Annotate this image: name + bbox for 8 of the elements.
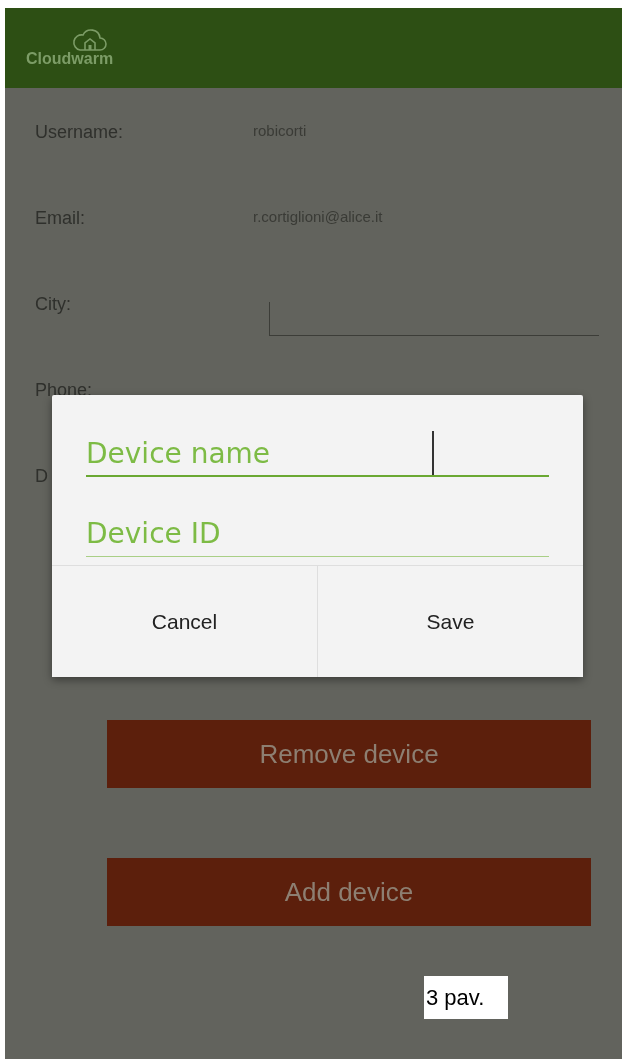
dialog-button[interactable]: Save: [317, 566, 583, 677]
input-field[interactable]: [269, 302, 599, 336]
figure-caption: 3 pav.: [424, 976, 508, 1019]
dialog-button[interactable]: Cancel: [52, 566, 317, 677]
cloud-house-icon: [71, 28, 108, 52]
app-logo-text: Cloudwarm: [26, 50, 114, 68]
input-field[interactable]: Device name: [86, 423, 549, 477]
text-cursor-icon: [432, 431, 434, 475]
